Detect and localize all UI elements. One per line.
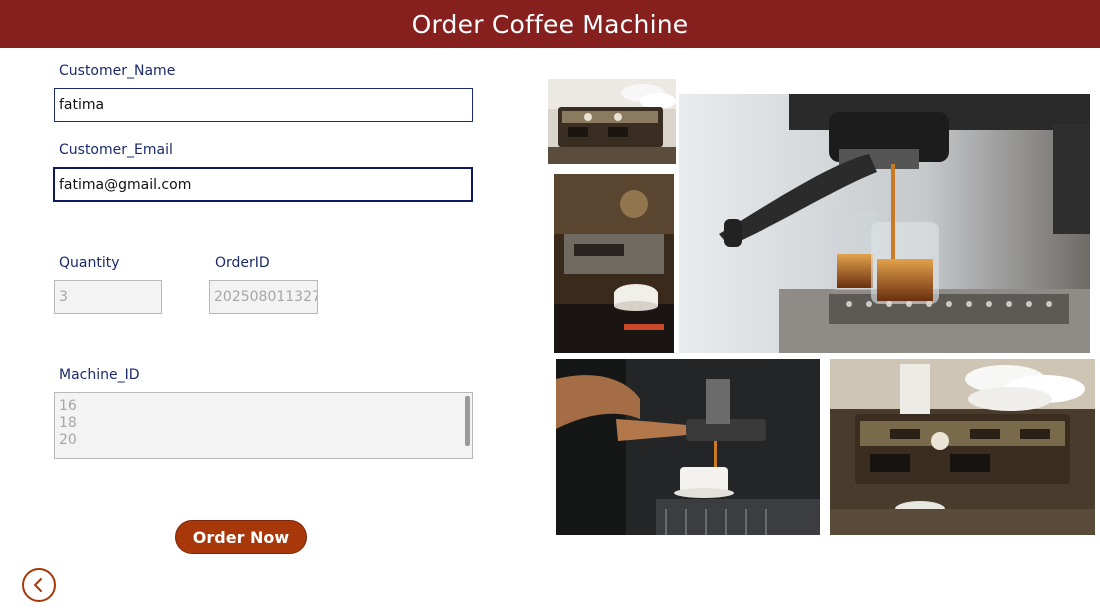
machine-id-value: 18 <box>59 415 77 431</box>
order-id-label: OrderID <box>215 255 270 271</box>
chevron-left-icon <box>34 578 42 592</box>
photo-espresso-large-closeup <box>679 94 1090 353</box>
machine-id-value: 20 <box>59 432 77 448</box>
photo-espresso-cup-machine <box>554 174 674 353</box>
back-button[interactable] <box>22 568 56 602</box>
quantity-field: 3 <box>54 280 162 314</box>
customer-email-label: Customer_Email <box>59 142 173 158</box>
photo-espresso-machine-small <box>548 79 676 164</box>
app-header: Order Coffee Machine <box>0 0 1100 48</box>
customer-name-input[interactable]: fatima <box>54 88 473 122</box>
machine-id-list: 16 18 20 <box>54 392 473 459</box>
customer-email-input[interactable]: fatima@gmail.com <box>53 167 473 202</box>
photo-espresso-machine-cups <box>830 359 1095 535</box>
order-now-button[interactable]: Order Now <box>175 520 307 554</box>
customer-name-label: Customer_Name <box>59 63 176 79</box>
machine-id-value: 16 <box>59 398 77 414</box>
machine-id-scrollbar[interactable] <box>465 396 470 446</box>
page-title: Order Coffee Machine <box>411 9 689 39</box>
quantity-label: Quantity <box>59 255 120 271</box>
photo-barista-pouring <box>556 359 820 535</box>
order-id-field: 20250801132741 <box>209 280 318 314</box>
machine-id-label: Machine_ID <box>59 367 140 383</box>
